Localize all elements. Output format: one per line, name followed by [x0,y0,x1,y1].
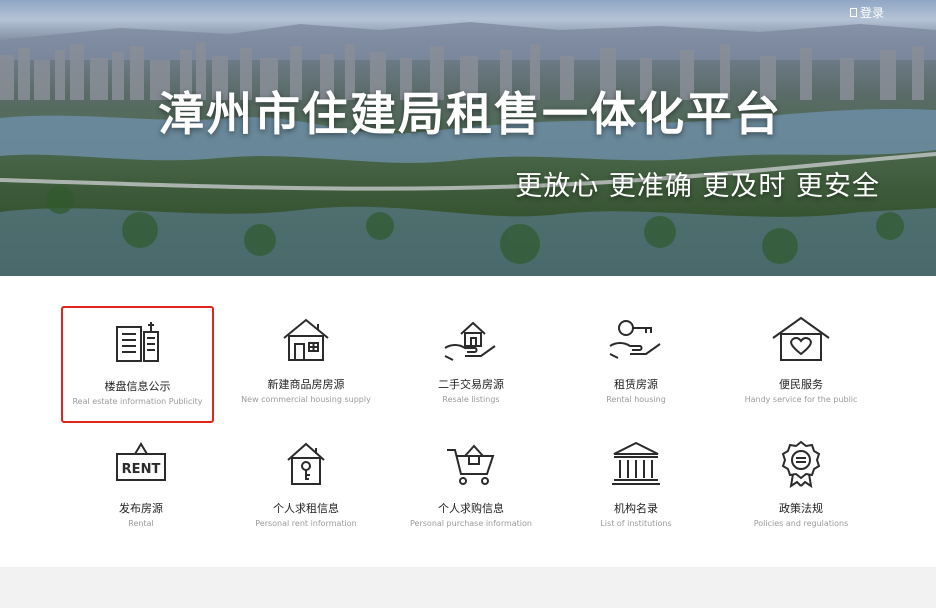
rent-sign-icon: RENT [116,442,166,481]
service-new-housing[interactable]: 新建商品房房源 New commercial housing supply [226,316,386,426]
service-public-convenience[interactable]: 便民服务 Handy service for the public [721,316,881,426]
service-label-en: Handy service for the public [744,395,858,404]
service-label-cn: 便民服务 [779,378,823,391]
service-label-en: Personal rent information [255,519,357,528]
service-label-en: Rental housing [606,395,666,404]
service-resale-listings[interactable]: 二手交易房源 Resale listings [391,316,551,426]
service-label-cn: 新建商品房房源 [267,378,345,391]
service-grid: 楼盘信息公示 Real estate information Publicity… [0,276,936,567]
page-title: 漳州市住建局租售一体化平台 [158,87,782,141]
footer-band [0,567,936,608]
service-label-cn: 发布房源 [119,502,163,515]
service-rental-housing[interactable]: 租赁房源 Rental housing [556,316,716,426]
house-icon [283,318,329,361]
heart-house-icon [772,316,830,361]
service-label-en: Policies and regulations [753,519,849,528]
service-label-en: Rental [128,519,154,528]
rent-sign-text: RENT [122,462,161,477]
hero-banner: 登录 漳州市住建局租售一体化平台 更放心 更准确 更及时 更安全 [0,0,936,276]
login-label: 登录 [859,6,884,20]
service-label-cn: 楼盘信息公示 [104,380,171,393]
service-label-cn: 个人求租信息 [273,502,339,515]
service-publish-listing[interactable]: RENT 发布房源 Rental [61,440,221,550]
user-icon [849,8,857,17]
service-label-cn: 二手交易房源 [438,378,504,391]
login-button[interactable]: 登录 [849,4,884,21]
hand-key-icon [609,320,661,359]
service-label-en: Personal purchase information [410,519,532,528]
service-label-cn: 机构名录 [614,502,658,515]
service-institution-directory[interactable]: 机构名录 List of institutions [556,440,716,550]
institution-icon [612,441,660,485]
service-label-en: List of institutions [600,519,672,528]
service-policies-regulations[interactable]: 政策法规 Policies and regulations [721,440,881,550]
service-personal-purchase-request[interactable]: 个人求购信息 Personal purchase information [391,440,551,550]
service-label-cn: 租赁房源 [614,378,658,391]
hand-house-icon [444,321,496,361]
service-real-estate-publicity[interactable]: 楼盘信息公示 Real estate information Publicity [61,306,214,423]
service-label-en: Real estate information Publicity [72,397,203,406]
service-label-cn: 政策法规 [779,502,823,515]
cart-house-icon [447,444,495,485]
policy-badge-icon [781,440,821,488]
house-key-icon [287,442,325,485]
building-list-icon [115,322,159,362]
service-label-en: New commercial housing supply [241,395,371,404]
service-label-en: Resale listings [442,395,500,404]
service-label-cn: 个人求购信息 [438,502,504,515]
banner-slogan: 更放心 更准确 更及时 更安全 [515,171,880,202]
service-personal-rent-request[interactable]: 个人求租信息 Personal rent information [226,440,386,550]
